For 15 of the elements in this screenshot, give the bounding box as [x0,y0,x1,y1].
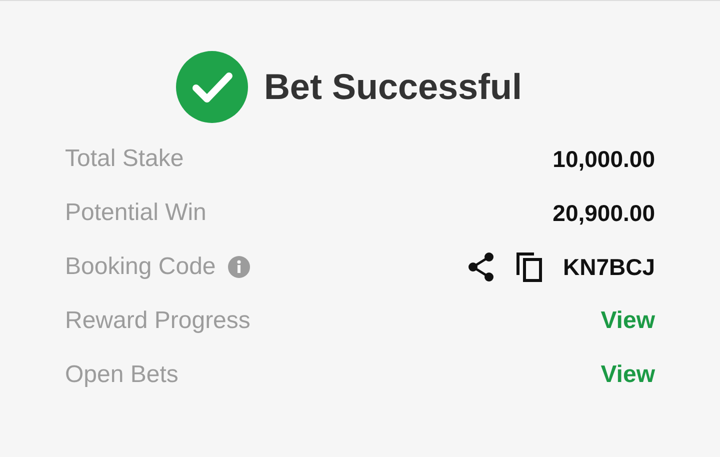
view-link[interactable]: View [600,303,655,339]
success-title: Bet Successful [264,65,522,109]
row-label: Total Stake [65,144,184,174]
booking-code: KN7BCJ [562,252,655,282]
row-label: Booking Code [65,252,216,282]
row-value: 10,000.00 [552,144,655,174]
view-link[interactable]: View [600,357,655,393]
success-check-icon [176,51,248,123]
info-icon[interactable] [228,256,250,278]
share-icon[interactable] [466,252,495,282]
row-label: Potential Win [65,198,206,228]
copy-icon[interactable] [514,251,543,283]
row-label: Reward Progress [65,306,250,336]
row-label: Open Bets [65,360,178,390]
row-value: 20,900.00 [552,198,655,228]
